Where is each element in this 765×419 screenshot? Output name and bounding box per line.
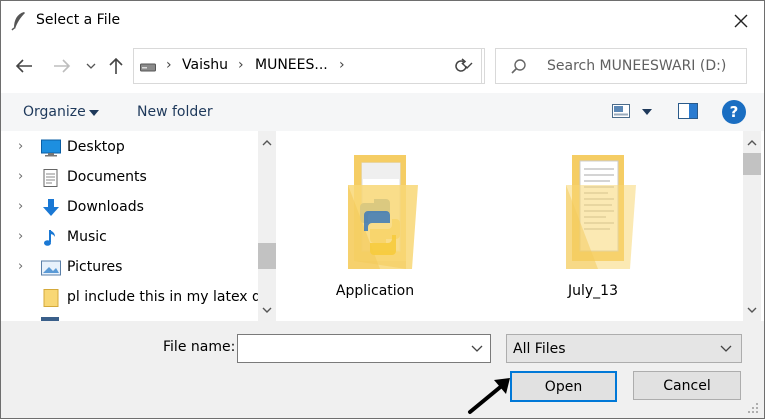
chevron-right-icon[interactable]: ›: [18, 169, 23, 184]
search-placeholder: Search MUNEESWARI (D:): [547, 58, 727, 74]
scrollbar-thumb[interactable]: [743, 153, 761, 175]
file-list: Application July_13: [277, 131, 743, 321]
chevron-up-icon: [262, 139, 272, 145]
arrow-left-icon: [15, 59, 32, 73]
open-button[interactable]: Open: [510, 371, 617, 402]
help-icon[interactable]: ?: [722, 100, 746, 124]
resize-grip-icon[interactable]: [746, 401, 760, 415]
nav-item-desktop[interactable]: › Desktop: [1, 133, 259, 163]
breadcrumb-segment[interactable]: Vaishu: [182, 57, 228, 73]
python-folder-icon: [348, 155, 418, 269]
chevron-right-icon: ›: [339, 57, 345, 73]
nav-item-label: pl include this in my latex da: [67, 289, 270, 305]
nav-item-label: Desktop: [67, 139, 125, 155]
caret-down-icon: [89, 110, 99, 116]
view-options-icon[interactable]: [612, 104, 630, 118]
breadcrumb-segment[interactable]: MUNEES...: [255, 57, 328, 73]
chevron-right-icon[interactable]: ›: [18, 229, 23, 244]
chevron-down-icon: [86, 63, 96, 69]
window-title: Select a File: [36, 12, 121, 28]
file-item-july-13[interactable]: July_13: [533, 151, 653, 321]
chevron-right-icon: ›: [166, 57, 172, 73]
chevron-right-icon[interactable]: ›: [18, 139, 23, 154]
music-icon: [41, 229, 61, 247]
organize-button[interactable]: Organize: [23, 104, 86, 120]
feather-icon: [11, 11, 27, 31]
file-item-application[interactable]: Application: [315, 151, 435, 321]
nav-item-label: Music: [67, 229, 107, 245]
nav-item-folder[interactable]: pl include this in my latex da: [1, 283, 270, 313]
chevron-up-icon: [747, 139, 757, 145]
back-button[interactable]: [11, 54, 37, 78]
scroll-down-button[interactable]: [258, 303, 276, 317]
recent-locations-button[interactable]: [83, 54, 99, 78]
nav-item-label: Documents: [67, 169, 147, 185]
chevron-right-icon[interactable]: ›: [18, 259, 23, 274]
pictures-icon: [41, 259, 61, 277]
file-list-scrollbar[interactable]: [743, 131, 761, 321]
navigation-pane: › Desktop › Documents › Downloads › Musi…: [1, 131, 277, 321]
chevron-right-icon: ›: [238, 57, 244, 73]
file-type-value: All Files: [513, 341, 566, 357]
chevron-down-icon: [471, 345, 483, 352]
chevron-down-icon: [262, 307, 272, 313]
file-type-select[interactable]: All Files: [506, 334, 742, 363]
address-bar[interactable]: › Vaishu › MUNEES... ›: [133, 48, 485, 84]
desktop-icon: [41, 139, 61, 157]
cancel-button[interactable]: Cancel: [633, 371, 741, 400]
folder-icon: [41, 289, 61, 307]
chevron-right-icon[interactable]: ›: [18, 199, 23, 214]
arrow-right-icon: [54, 59, 71, 73]
downloads-icon: [41, 199, 61, 217]
title-bar: Select a File: [1, 1, 764, 41]
nav-item-music[interactable]: › Music: [1, 223, 259, 253]
nav-item-pictures[interactable]: › Pictures: [1, 253, 259, 283]
drive-icon: [140, 60, 156, 72]
refresh-icon: [455, 58, 467, 72]
refresh-button[interactable]: [441, 48, 482, 84]
arrow-up-icon: [109, 57, 123, 74]
file-name: July_13: [568, 283, 618, 299]
nav-item-downloads[interactable]: › Downloads: [1, 193, 259, 223]
nav-item-label: Pictures: [67, 259, 123, 275]
annotation-arrow-icon: [468, 378, 510, 414]
file-name-input[interactable]: [237, 334, 491, 363]
file-name: Application: [335, 283, 415, 299]
chevron-down-icon: [719, 341, 733, 355]
close-button[interactable]: [718, 1, 764, 41]
new-folder-button[interactable]: New folder: [137, 104, 213, 120]
documents-icon: [41, 169, 61, 187]
up-button[interactable]: [105, 54, 127, 78]
scroll-up-button[interactable]: [258, 135, 276, 149]
search-icon: [510, 58, 528, 76]
preview-pane-icon[interactable]: [678, 103, 698, 119]
scroll-down-button[interactable]: [743, 303, 761, 317]
scrollbar-thumb[interactable]: [258, 243, 276, 269]
chevron-down-icon: [747, 307, 757, 313]
nav-pane-scrollbar[interactable]: [258, 131, 276, 321]
close-icon: [734, 14, 748, 28]
nav-item-label: Downloads: [67, 199, 144, 215]
caret-down-icon[interactable]: [642, 109, 652, 115]
scroll-up-button[interactable]: [743, 135, 761, 149]
file-name-label: File name:: [163, 339, 236, 355]
file-name-dropdown[interactable]: [470, 341, 484, 355]
search-box[interactable]: Search MUNEESWARI (D:): [495, 48, 747, 84]
document-folder-icon: [566, 155, 636, 269]
nav-item-documents[interactable]: › Documents: [1, 163, 259, 193]
forward-button[interactable]: [51, 54, 73, 78]
file-dialog: Select a File › Vaishu › MUNEES... › Sea…: [0, 0, 765, 419]
